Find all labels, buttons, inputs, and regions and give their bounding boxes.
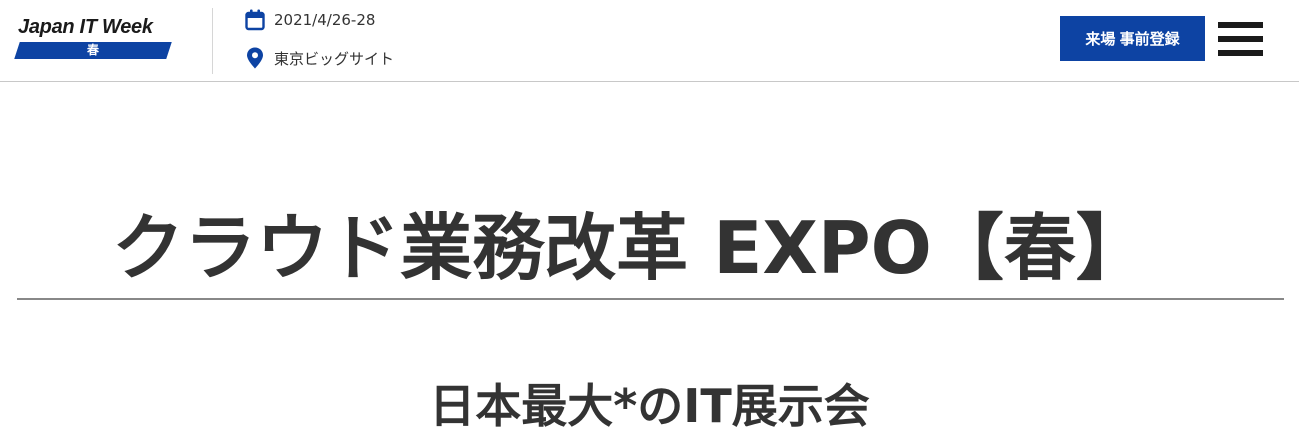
hamburger-menu-icon[interactable]	[1216, 18, 1265, 60]
event-venue-text: 東京ビッグサイト	[274, 49, 395, 68]
map-pin-icon	[244, 47, 266, 69]
logo-band: 春	[14, 42, 172, 59]
page-title: クラウド業務改革 EXPO【春】	[112, 206, 1148, 291]
japan-it-week-logo[interactable]: Japan IT Week 春	[14, 14, 172, 64]
site-header: Japan IT Week 春 2021/4/26-28 東京ビッグサイト 来場…	[0, 0, 1299, 82]
logo-wordmark: Japan IT Week	[18, 16, 153, 38]
event-venue: 東京ビッグサイト	[244, 46, 394, 70]
calendar-icon	[244, 9, 266, 31]
visitor-registration-button[interactable]: 来場 事前登録	[1060, 16, 1205, 61]
event-date: 2021/4/26-28	[244, 8, 375, 32]
title-divider	[17, 298, 1284, 300]
menu-bar-top	[1218, 22, 1263, 28]
event-date-text: 2021/4/26-28	[274, 11, 376, 29]
menu-bar-bottom	[1218, 50, 1263, 56]
header-divider	[212, 8, 213, 74]
page-subtitle: 日本最大*のIT展示会	[429, 379, 870, 434]
menu-bar-middle	[1218, 36, 1263, 42]
logo-season-label: 春	[86, 43, 99, 57]
